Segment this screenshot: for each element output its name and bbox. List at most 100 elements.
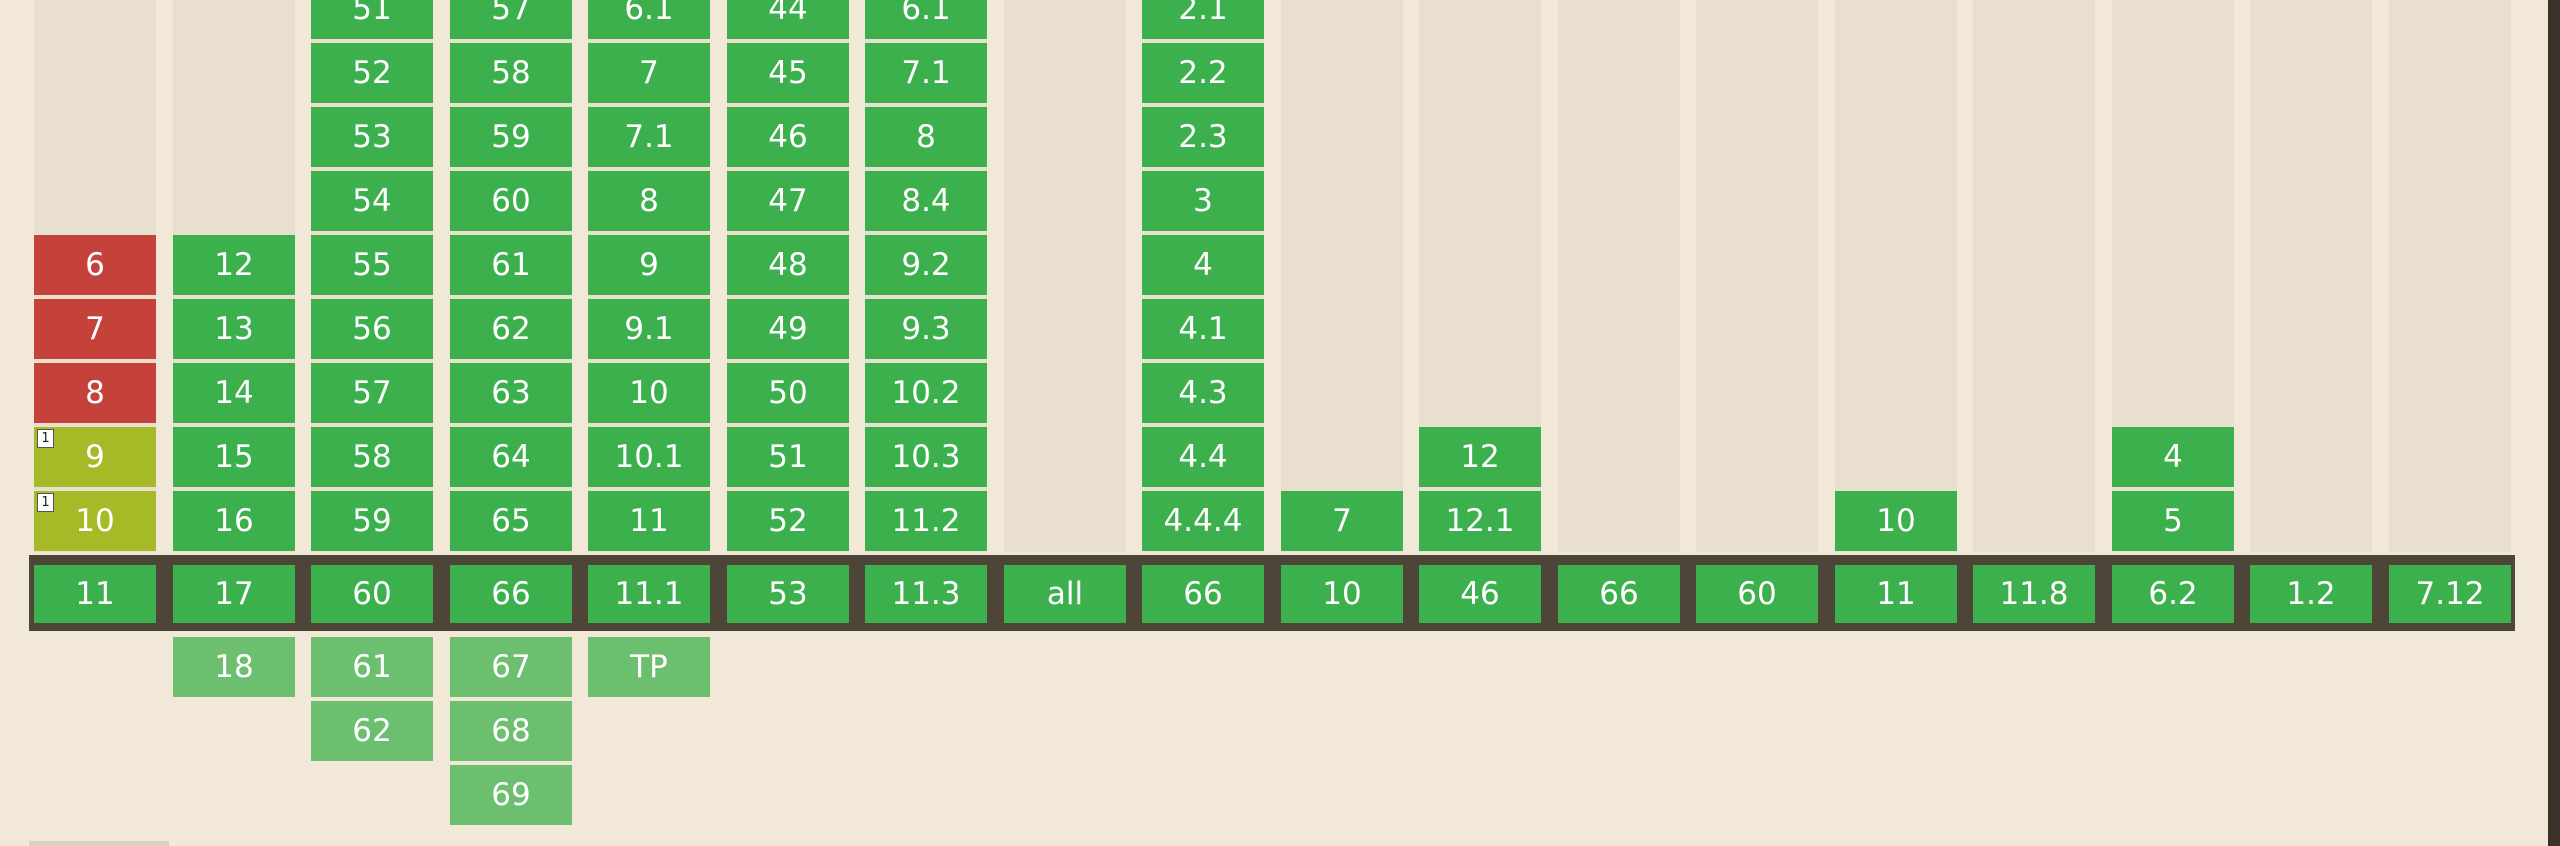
version-cell[interactable]: 2.3 [1142,107,1264,167]
version-cell[interactable]: 6 [34,235,156,295]
current-version-cell[interactable]: 53 [727,565,849,623]
version-cell[interactable]: 6.1 [865,0,987,39]
version-cell[interactable]: 8 [865,107,987,167]
current-version-cell[interactable]: 10 [1281,565,1403,623]
future-version-cell[interactable]: 68 [450,701,572,761]
footnote-marker[interactable]: 1 [37,493,54,512]
version-cell[interactable]: 54 [311,171,433,231]
future-version-cell[interactable]: 18 [173,637,295,697]
version-cell[interactable]: 8 [588,171,710,231]
version-cell[interactable]: 60 [450,171,572,231]
version-cell[interactable]: 56 [311,299,433,359]
current-version-cell[interactable]: 60 [1696,565,1818,623]
version-cell[interactable]: 4.4 [1142,427,1264,487]
version-cell[interactable]: 10.1 [588,427,710,487]
version-cell[interactable]: 9 [588,235,710,295]
version-cell[interactable]: 58 [450,43,572,103]
version-cell[interactable]: 4.1 [1142,299,1264,359]
version-cell[interactable]: 7 [34,299,156,359]
version-cell[interactable]: 9.2 [865,235,987,295]
version-cell[interactable]: 10.3 [865,427,987,487]
version-cell[interactable]: 65 [450,491,572,551]
version-cell[interactable]: 4 [2112,427,2234,487]
current-version-cell[interactable]: 66 [1142,565,1264,623]
footnote-marker[interactable]: 1 [37,429,54,448]
future-version-cell[interactable]: 67 [450,637,572,697]
version-cell[interactable]: 16 [173,491,295,551]
version-cell[interactable]: 7.1 [588,107,710,167]
current-version-cell[interactable]: 11.8 [1973,565,2095,623]
version-cell[interactable]: 49 [727,299,849,359]
version-cell[interactable]: 10.2 [865,363,987,423]
version-cell[interactable]: 59 [450,107,572,167]
version-cell[interactable]: 8.4 [865,171,987,231]
current-version-cell[interactable]: 46 [1419,565,1541,623]
future-version-cell[interactable]: 61 [311,637,433,697]
version-cell[interactable]: 7 [1281,491,1403,551]
version-cell[interactable]: 10 [1835,491,1957,551]
version-cell[interactable]: 62 [450,299,572,359]
version-cell[interactable]: 8 [34,363,156,423]
version-cell[interactable]: 7.1 [865,43,987,103]
current-version-cell[interactable]: 66 [1558,565,1680,623]
version-cell[interactable]: 10 1 [34,491,156,551]
version-cell[interactable]: 9.1 [588,299,710,359]
current-version-cell[interactable]: 11.1 [588,565,710,623]
version-cell[interactable]: 52 [311,43,433,103]
version-cell[interactable]: 45 [727,43,849,103]
current-version-cell[interactable]: 11 [1835,565,1957,623]
version-cell[interactable]: 10 [588,363,710,423]
current-version-cell[interactable]: 6.2 [2112,565,2234,623]
future-version-cell[interactable]: TP [588,637,710,697]
version-cell[interactable]: 55 [311,235,433,295]
version-cell[interactable]: 52 [727,491,849,551]
version-cell[interactable]: 11 [588,491,710,551]
version-cell[interactable]: 51 [311,0,433,39]
current-version-cell[interactable]: 11.3 [865,565,987,623]
version-cell[interactable]: 4.3 [1142,363,1264,423]
current-version-cell[interactable]: 1.2 [2250,565,2372,623]
version-cell[interactable]: 57 [311,363,433,423]
version-cell[interactable]: 4.4.4 [1142,491,1264,551]
current-version-cell[interactable]: 7.12 [2389,565,2511,623]
version-cell[interactable]: 46 [727,107,849,167]
version-cell[interactable]: 4 [1142,235,1264,295]
support-table: 6 7 8 9 1 10 1 11 12 13 14 15 16 17 18 51 52 53 54 55 56 57 58… [0,0,2560,846]
version-cell[interactable]: 9.3 [865,299,987,359]
version-cell[interactable]: 6.1 [588,0,710,39]
version-cell[interactable]: 12.1 [1419,491,1541,551]
version-cell[interactable]: 2.1 [1142,0,1264,39]
current-version-cell[interactable]: all [1004,565,1126,623]
version-cell[interactable]: 50 [727,363,849,423]
version-cell[interactable]: 63 [450,363,572,423]
version-cell[interactable]: 12 [1419,427,1541,487]
version-cell[interactable]: 53 [311,107,433,167]
version-cell[interactable]: 13 [173,299,295,359]
current-version-cell[interactable]: 60 [311,565,433,623]
version-cell[interactable]: 44 [727,0,849,39]
current-version-cell[interactable]: 17 [173,565,295,623]
version-cell[interactable]: 11.2 [865,491,987,551]
browser-column-background [1281,0,1403,552]
version-cell[interactable]: 3 [1142,171,1264,231]
version-cell[interactable]: 2.2 [1142,43,1264,103]
browser-column-background [1558,0,1680,552]
version-cell[interactable]: 58 [311,427,433,487]
version-cell[interactable]: 7 [588,43,710,103]
version-cell[interactable]: 51 [727,427,849,487]
current-version-cell[interactable]: 66 [450,565,572,623]
version-cell[interactable]: 59 [311,491,433,551]
version-cell[interactable]: 15 [173,427,295,487]
version-cell[interactable]: 47 [727,171,849,231]
future-version-cell[interactable]: 69 [450,765,572,825]
version-cell[interactable]: 64 [450,427,572,487]
future-version-cell[interactable]: 62 [311,701,433,761]
version-cell[interactable]: 5 [2112,491,2234,551]
version-cell[interactable]: 57 [450,0,572,39]
current-version-cell[interactable]: 11 [34,565,156,623]
version-cell[interactable]: 48 [727,235,849,295]
version-cell[interactable]: 12 [173,235,295,295]
version-cell[interactable]: 14 [173,363,295,423]
version-cell[interactable]: 61 [450,235,572,295]
version-cell[interactable]: 91 [34,427,156,487]
